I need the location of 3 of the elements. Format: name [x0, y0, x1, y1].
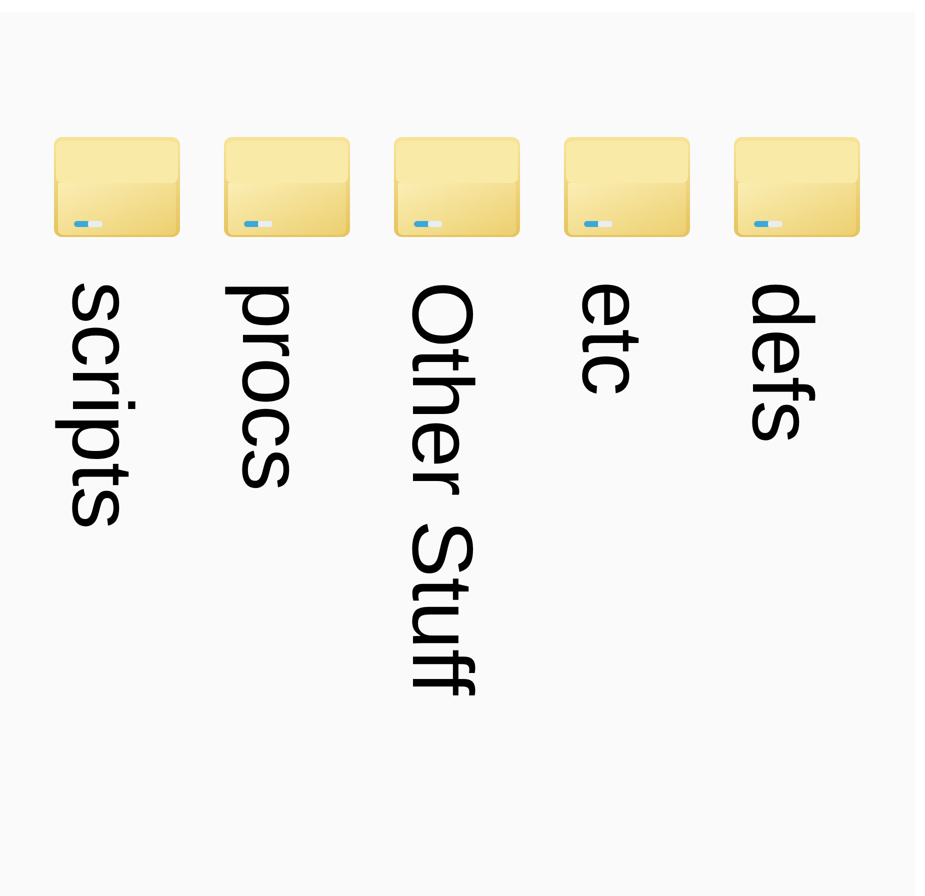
folder-label[interactable]: etc	[569, 281, 655, 396]
folder-label[interactable]: Other Stuff	[399, 281, 485, 696]
folder-label[interactable]: defs	[739, 281, 825, 444]
